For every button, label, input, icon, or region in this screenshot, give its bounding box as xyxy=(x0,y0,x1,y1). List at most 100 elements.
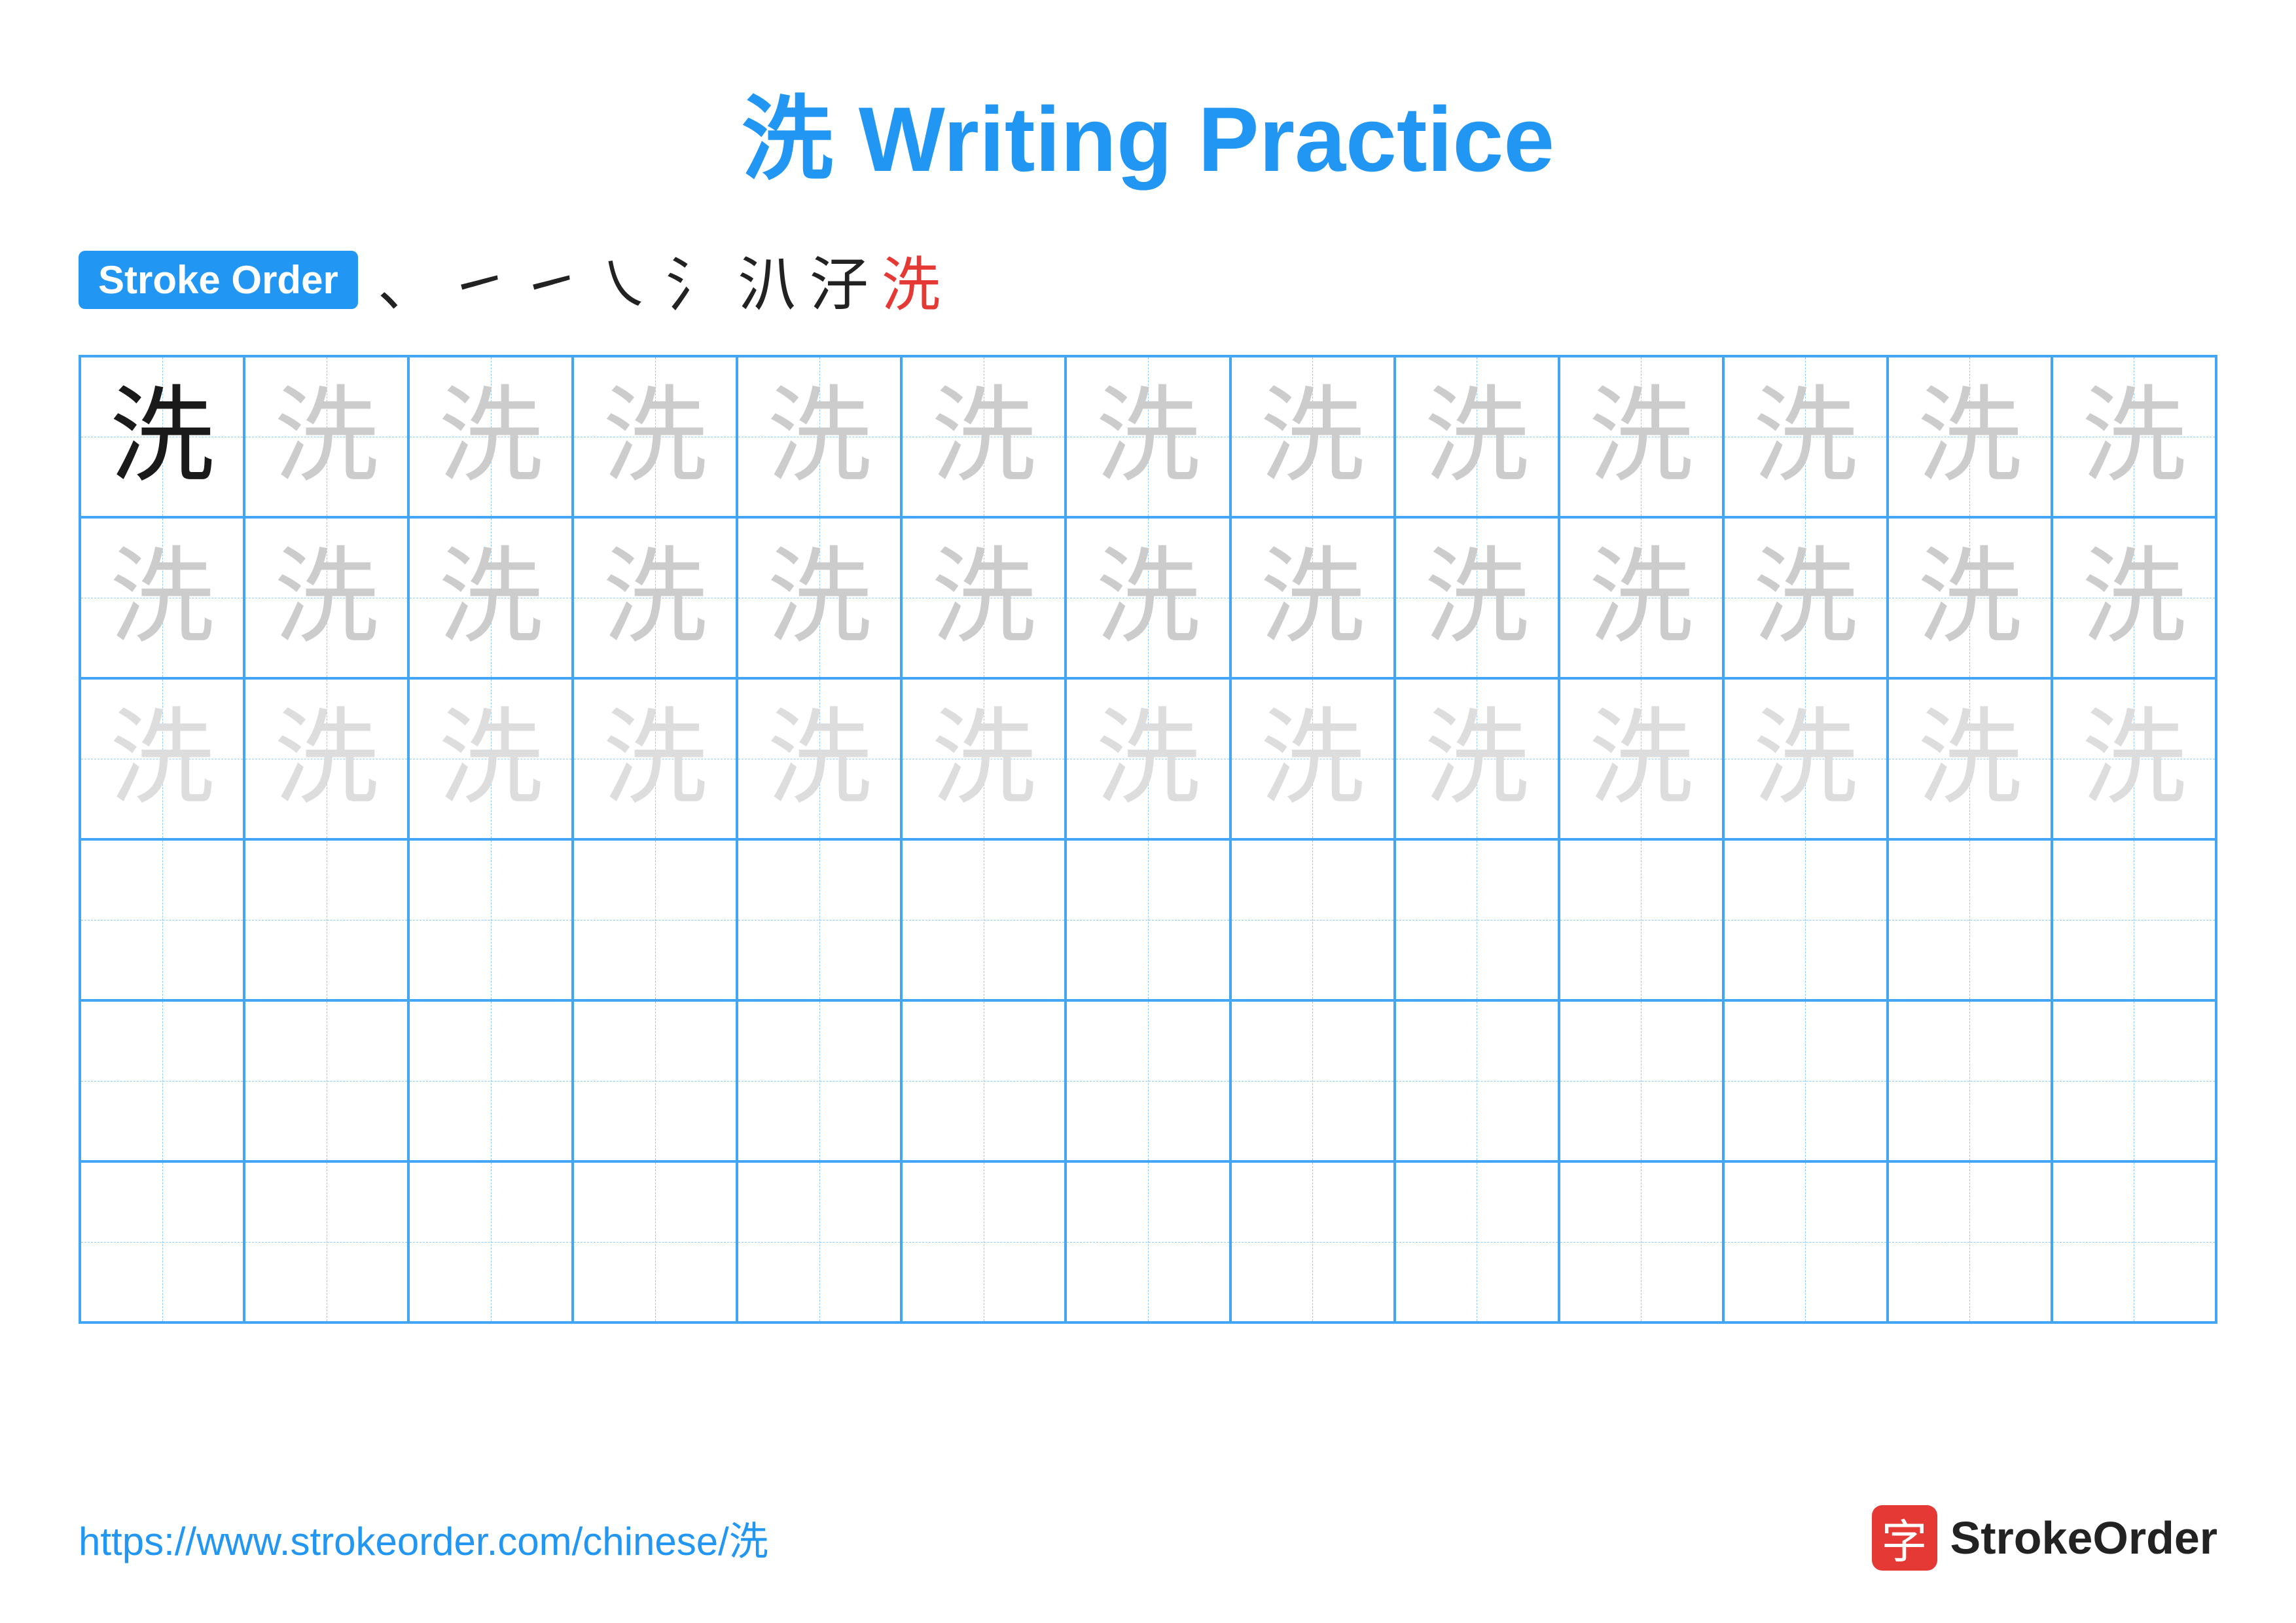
grid-cell-r6c9[interactable] xyxy=(1395,1161,1559,1322)
grid-cell-r3c6[interactable]: 洗 xyxy=(901,678,1066,839)
grid-cell-r2c12[interactable]: 洗 xyxy=(1888,517,2052,678)
grid-cell-r5c8[interactable] xyxy=(1230,1000,1395,1161)
char-trace: 洗 xyxy=(1753,545,1857,650)
grid-cell-r4c3[interactable] xyxy=(408,839,573,1000)
grid-cell-r1c7[interactable]: 洗 xyxy=(1066,356,1230,517)
grid-cell-r4c7[interactable] xyxy=(1066,839,1230,1000)
grid-cell-r3c5[interactable]: 洗 xyxy=(737,678,901,839)
grid-cell-r2c13[interactable]: 洗 xyxy=(2052,517,2216,678)
grid-cell-r6c7[interactable] xyxy=(1066,1161,1230,1322)
grid-cell-r6c8[interactable] xyxy=(1230,1161,1395,1322)
grid-cell-r1c2[interactable]: 洗 xyxy=(244,356,408,517)
grid-cell-r5c9[interactable] xyxy=(1395,1000,1559,1161)
grid-cell-r2c3[interactable]: 洗 xyxy=(408,517,573,678)
grid-cell-r3c4[interactable]: 洗 xyxy=(573,678,737,839)
grid-cell-r6c1[interactable] xyxy=(80,1161,244,1322)
grid-cell-r5c12[interactable] xyxy=(1888,1000,2052,1161)
char-trace: 洗 xyxy=(767,384,872,489)
grid-cell-r1c9[interactable]: 洗 xyxy=(1395,356,1559,517)
grid-cell-r1c3[interactable]: 洗 xyxy=(408,356,573,517)
footer: https://www.strokeorder.com/chinese/洗 字 … xyxy=(79,1505,2217,1571)
grid-cell-r1c6[interactable]: 洗 xyxy=(901,356,1066,517)
grid-cell-r4c10[interactable] xyxy=(1559,839,1723,1000)
grid-cell-r4c13[interactable] xyxy=(2052,839,2216,1000)
footer-logo: 字 StrokeOrder xyxy=(1872,1505,2217,1571)
grid-cell-r2c5[interactable]: 洗 xyxy=(737,517,901,678)
grid-cell-r1c1[interactable]: 洗 xyxy=(80,356,244,517)
grid-cell-r6c10[interactable] xyxy=(1559,1161,1723,1322)
grid-cell-r2c1[interactable]: 洗 xyxy=(80,517,244,678)
grid-cell-r2c4[interactable]: 洗 xyxy=(573,517,737,678)
grid-cell-r5c2[interactable] xyxy=(244,1000,408,1161)
grid-cell-r5c13[interactable] xyxy=(2052,1000,2216,1161)
grid-cell-r5c4[interactable] xyxy=(573,1000,737,1161)
char-trace: 洗 xyxy=(439,384,543,489)
grid-cell-r5c1[interactable] xyxy=(80,1000,244,1161)
grid-cell-r6c6[interactable] xyxy=(901,1161,1066,1322)
grid-cell-r2c6[interactable]: 洗 xyxy=(901,517,1066,678)
grid-cell-r5c7[interactable] xyxy=(1066,1000,1230,1161)
grid-cell-r3c7[interactable]: 洗 xyxy=(1066,678,1230,839)
grid-cell-r3c1[interactable]: 洗 xyxy=(80,678,244,839)
grid-cell-r3c9[interactable]: 洗 xyxy=(1395,678,1559,839)
char-faint: 洗 xyxy=(767,706,872,811)
grid-cell-r4c9[interactable] xyxy=(1395,839,1559,1000)
grid-cell-r2c7[interactable]: 洗 xyxy=(1066,517,1230,678)
char-trace: 洗 xyxy=(2081,384,2186,489)
grid-cell-r3c8[interactable]: 洗 xyxy=(1230,678,1395,839)
grid-cell-r1c13[interactable]: 洗 xyxy=(2052,356,2216,517)
grid-cell-r3c13[interactable]: 洗 xyxy=(2052,678,2216,839)
grid-cell-r1c4[interactable]: 洗 xyxy=(573,356,737,517)
stroke-order-badge: Stroke Order xyxy=(79,251,358,309)
char-trace: 洗 xyxy=(1260,545,1365,650)
grid-cell-r2c10[interactable]: 洗 xyxy=(1559,517,1723,678)
grid-cell-r1c12[interactable]: 洗 xyxy=(1888,356,2052,517)
grid-cell-r6c5[interactable] xyxy=(737,1161,901,1322)
grid-cell-r3c3[interactable]: 洗 xyxy=(408,678,573,839)
char-faint: 洗 xyxy=(2081,706,2186,811)
grid-cell-r6c2[interactable] xyxy=(244,1161,408,1322)
grid-cell-r5c6[interactable] xyxy=(901,1000,1066,1161)
grid-cell-r2c9[interactable]: 洗 xyxy=(1395,517,1559,678)
stroke-4: ㇏ xyxy=(594,237,653,322)
grid-cell-r4c12[interactable] xyxy=(1888,839,2052,1000)
footer-url[interactable]: https://www.strokeorder.com/chinese/洗 xyxy=(79,1510,768,1567)
grid-cell-r6c3[interactable] xyxy=(408,1161,573,1322)
grid-cell-r6c13[interactable] xyxy=(2052,1161,2216,1322)
char-faint: 洗 xyxy=(931,706,1036,811)
grid-cell-r3c10[interactable]: 洗 xyxy=(1559,678,1723,839)
grid-cell-r6c4[interactable] xyxy=(573,1161,737,1322)
char-trace: 洗 xyxy=(110,545,215,650)
grid-cell-r6c11[interactable] xyxy=(1723,1161,1888,1322)
char-trace: 洗 xyxy=(1096,384,1200,489)
page-title: 洗 Writing Practice xyxy=(79,65,2217,198)
grid-cell-r1c11[interactable]: 洗 xyxy=(1723,356,1888,517)
stroke-1: 、 xyxy=(378,237,437,322)
char-faint: 洗 xyxy=(1424,706,1529,811)
grid-cell-r6c12[interactable] xyxy=(1888,1161,2052,1322)
grid-cell-r5c3[interactable] xyxy=(408,1000,573,1161)
grid-cell-r5c5[interactable] xyxy=(737,1000,901,1161)
grid-cell-r4c2[interactable] xyxy=(244,839,408,1000)
char-faint: 洗 xyxy=(110,706,215,811)
grid-cell-r2c2[interactable]: 洗 xyxy=(244,517,408,678)
grid-cell-r4c11[interactable] xyxy=(1723,839,1888,1000)
grid-cell-r4c4[interactable] xyxy=(573,839,737,1000)
char-faint: 洗 xyxy=(603,706,708,811)
grid-cell-r3c2[interactable]: 洗 xyxy=(244,678,408,839)
grid-cell-r2c11[interactable]: 洗 xyxy=(1723,517,1888,678)
grid-cell-r3c12[interactable]: 洗 xyxy=(1888,678,2052,839)
grid-cell-r5c11[interactable] xyxy=(1723,1000,1888,1161)
char-trace: 洗 xyxy=(1588,384,1693,489)
char-trace: 洗 xyxy=(931,545,1036,650)
grid-cell-r4c5[interactable] xyxy=(737,839,901,1000)
grid-cell-r2c8[interactable]: 洗 xyxy=(1230,517,1395,678)
grid-cell-r3c11[interactable]: 洗 xyxy=(1723,678,1888,839)
grid-cell-r1c5[interactable]: 洗 xyxy=(737,356,901,517)
grid-cell-r1c8[interactable]: 洗 xyxy=(1230,356,1395,517)
grid-cell-r1c10[interactable]: 洗 xyxy=(1559,356,1723,517)
grid-cell-r4c8[interactable] xyxy=(1230,839,1395,1000)
grid-cell-r5c10[interactable] xyxy=(1559,1000,1723,1161)
grid-cell-r4c6[interactable] xyxy=(901,839,1066,1000)
grid-cell-r4c1[interactable] xyxy=(80,839,244,1000)
